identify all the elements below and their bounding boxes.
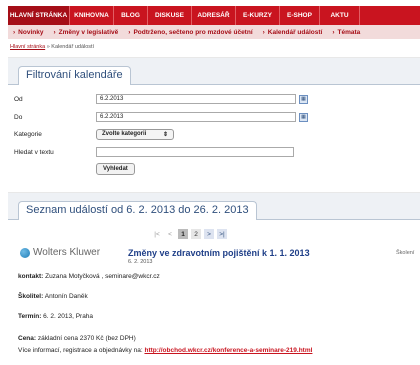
events-panel-header: Seznam událostí od 6. 2. 2013 do 26. 2. … bbox=[8, 193, 420, 220]
to-label: Do bbox=[14, 113, 23, 121]
more-info-text: Více informací, registrace a objednávky … bbox=[18, 347, 143, 354]
filter-panel-title: Filtrování kalendáře bbox=[18, 66, 131, 85]
contact-value: Zuzana Motyčková , seminare@wkcr.cz bbox=[45, 273, 160, 280]
nav-tab-blog[interactable]: BLOG bbox=[114, 6, 148, 25]
from-label: Od bbox=[14, 95, 23, 103]
nav-tab-ecourses[interactable]: E-KURZY bbox=[236, 6, 280, 25]
price-label: Cena: bbox=[18, 335, 37, 342]
to-date-field[interactable]: 6.2.2013 bbox=[96, 112, 296, 122]
subnav-legislation[interactable]: Změny v legislativě bbox=[48, 29, 123, 36]
term-label: Termín: bbox=[18, 313, 42, 320]
term-line: Termín: 6. 2. 2013, Praha bbox=[18, 313, 93, 320]
contact-label: kontakt: bbox=[18, 273, 44, 280]
select-arrows-icon: ⇕ bbox=[162, 131, 168, 138]
category-label: Kategorie bbox=[14, 130, 42, 138]
category-select[interactable]: Zvolte kategorii ⇕ bbox=[96, 128, 174, 140]
nav-tab-directory[interactable]: ADRESÁŘ bbox=[192, 6, 236, 25]
breadcrumb-home[interactable]: Hlavní stránka bbox=[10, 44, 45, 50]
search-button[interactable]: Vyhledat bbox=[96, 163, 135, 175]
event-date: 6. 2. 2013 bbox=[128, 259, 153, 265]
breadcrumb-separator: » bbox=[46, 44, 50, 50]
calendar-icon[interactable]: ▦ bbox=[299, 112, 308, 122]
subnav-news[interactable]: Novinky bbox=[8, 29, 48, 36]
search-button-row: Vyhledat bbox=[14, 162, 135, 176]
sub-navigation: Novinky Změny v legislativě Podtrženo, s… bbox=[8, 25, 420, 39]
pager-page-1[interactable]: 1 bbox=[178, 229, 188, 239]
search-text-field[interactable] bbox=[96, 147, 294, 157]
trainer-label: Školitel: bbox=[18, 293, 44, 300]
contact-line: kontakt: Zuzana Motyčková , seminare@wkc… bbox=[18, 273, 160, 280]
nav-tab-eshop[interactable]: E-SHOP bbox=[280, 6, 320, 25]
pager-page-2[interactable]: 2 bbox=[191, 229, 201, 239]
logo-icon bbox=[20, 247, 30, 258]
price-line: Cena: základní cena 2370 Kč (bez DPH) bbox=[18, 335, 136, 342]
nav-tab-home[interactable]: HLAVNÍ STRÁNKA bbox=[8, 6, 70, 25]
subnav-calendar[interactable]: Kalendář událostí bbox=[258, 29, 328, 36]
events-panel: Seznam událostí od 6. 2. 2013 do 26. 2. … bbox=[8, 192, 420, 365]
calendar-icon[interactable]: ▦ bbox=[299, 94, 308, 104]
events-panel-title: Seznam událostí od 6. 2. 2013 do 26. 2. … bbox=[18, 201, 257, 220]
from-row: Od 6.2.2013 ▦ bbox=[14, 92, 308, 106]
subnav-topics[interactable]: Témata bbox=[327, 29, 365, 36]
nav-tab-library[interactable]: KNIHOVNA bbox=[70, 6, 114, 25]
pagination: |< < 1 2 > >| bbox=[152, 229, 227, 239]
nav-tab-discussion[interactable]: DISKUSE bbox=[148, 6, 192, 25]
term-value: 6. 2. 2013, Praha bbox=[43, 313, 94, 320]
filter-panel: Filtrování kalendáře Od 6.2.2013 ▦ Do 6.… bbox=[8, 57, 420, 187]
more-info-link[interactable]: http://obchod.wkcr.cz/konference-a-semin… bbox=[144, 347, 312, 354]
pager-last[interactable]: >| bbox=[217, 229, 227, 239]
pager-next[interactable]: > bbox=[204, 229, 214, 239]
pager-first[interactable]: |< bbox=[152, 229, 162, 239]
breadcrumb: Hlavní stránka » Kalendář událostí bbox=[10, 44, 94, 50]
subnav-payroll[interactable]: Podtrženo, sečteno pro mzdové účetní bbox=[123, 29, 257, 36]
logo-text: Wolters Kluwer bbox=[33, 247, 101, 258]
trainer-line: Školitel: Antonín Daněk bbox=[18, 293, 88, 300]
from-date-field[interactable]: 6.2.2013 bbox=[96, 94, 296, 104]
trainer-value: Antonín Daněk bbox=[44, 293, 88, 300]
search-label: Hledat v textu bbox=[14, 148, 54, 156]
price-value: základní cena 2370 Kč (bez DPH) bbox=[37, 335, 136, 342]
filter-panel-header: Filtrování kalendáře bbox=[8, 58, 420, 85]
nav-tab-news[interactable]: AKTU bbox=[320, 6, 360, 25]
breadcrumb-current: Kalendář událostí bbox=[51, 44, 95, 50]
more-info-line: Více informací, registrace a objednávky … bbox=[18, 347, 312, 354]
to-row: Do 6.2.2013 ▦ bbox=[14, 110, 308, 124]
event-title-link[interactable]: Změny ve zdravotním pojištění k 1. 1. 20… bbox=[128, 248, 310, 258]
event-type: Školení bbox=[396, 250, 415, 256]
category-select-value: Zvolte kategorii bbox=[102, 131, 147, 137]
wolters-kluwer-logo: Wolters Kluwer bbox=[20, 247, 100, 258]
pager-prev[interactable]: < bbox=[165, 229, 175, 239]
category-row: Kategorie Zvolte kategorii ⇕ bbox=[14, 127, 174, 141]
search-row: Hledat v textu bbox=[14, 145, 294, 159]
top-navigation: HLAVNÍ STRÁNKA KNIHOVNA BLOG DISKUSE ADR… bbox=[8, 6, 420, 25]
